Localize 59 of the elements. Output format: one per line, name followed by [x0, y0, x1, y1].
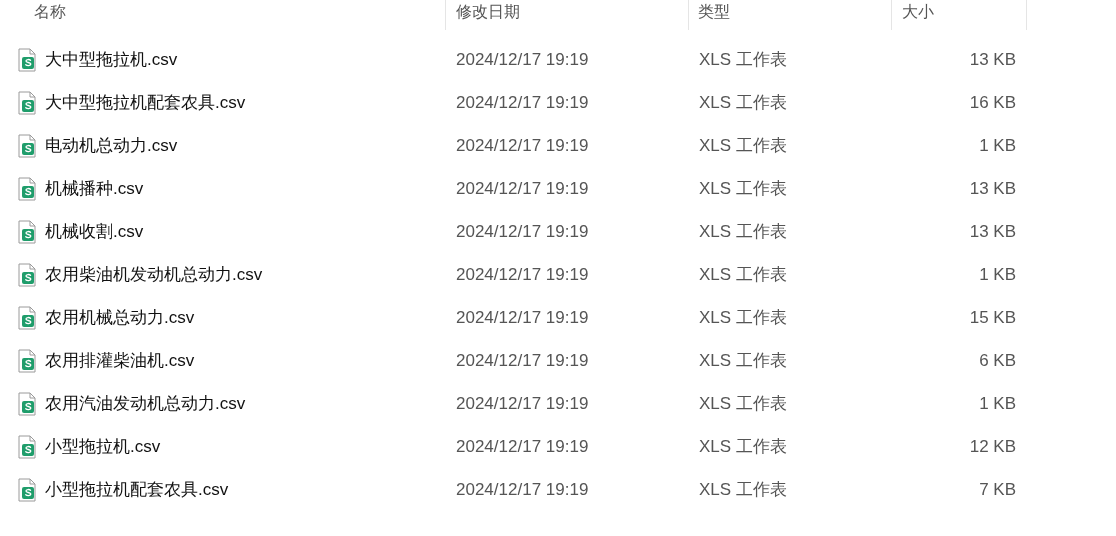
- file-type: XLS 工作表: [699, 49, 787, 71]
- spreadsheet-file-icon: [17, 305, 37, 330]
- file-type: XLS 工作表: [699, 178, 787, 200]
- modified-date: 2024/12/17 19:19: [456, 393, 589, 414]
- column-header[interactable]: 名称: [0, 0, 446, 30]
- spreadsheet-file-icon: [17, 434, 37, 459]
- spreadsheet-file-icon: [17, 262, 37, 287]
- modified-date: 2024/12/17 19:19: [456, 350, 589, 371]
- file-size: 13 KB: [969, 221, 1016, 242]
- spreadsheet-file-icon: [17, 348, 37, 373]
- modified-date: 2024/12/17 19:19: [456, 92, 589, 113]
- file-size: 7 KB: [979, 479, 1016, 500]
- modified-date: 2024/12/17 19:19: [456, 135, 589, 156]
- file-size: 1 KB: [979, 264, 1016, 285]
- file-name[interactable]: 小型拖拉机配套农具.csv: [45, 478, 229, 501]
- modified-date: 2024/12/17 19:19: [456, 307, 589, 328]
- modified-date: 2024/12/17 19:19: [456, 436, 589, 457]
- spreadsheet-file-icon: [17, 90, 37, 115]
- column-header[interactable]: 修改日期: [446, 0, 689, 30]
- file-type: XLS 工作表: [699, 350, 787, 372]
- modified-date: 2024/12/17 19:19: [456, 479, 589, 500]
- spreadsheet-file-icon: [17, 133, 37, 158]
- file-type: XLS 工作表: [699, 436, 787, 458]
- file-size: 1 KB: [979, 135, 1016, 156]
- spreadsheet-file-icon: [17, 219, 37, 244]
- modified-date: 2024/12/17 19:19: [456, 178, 589, 199]
- file-name[interactable]: 大中型拖拉机配套农具.csv: [45, 91, 246, 114]
- file-name[interactable]: 农用机械总动力.csv: [45, 306, 195, 329]
- modified-date: 2024/12/17 19:19: [456, 264, 589, 285]
- file-name[interactable]: 电动机总动力.csv: [45, 134, 178, 157]
- column-header[interactable]: 大小: [892, 0, 1027, 30]
- file-size: 6 KB: [979, 350, 1016, 371]
- modified-date: 2024/12/17 19:19: [456, 221, 589, 242]
- file-type: XLS 工作表: [699, 264, 787, 286]
- spreadsheet-file-icon: [17, 176, 37, 201]
- file-name[interactable]: 机械播种.csv: [45, 177, 144, 200]
- file-name[interactable]: 小型拖拉机.csv: [45, 435, 161, 458]
- column-header[interactable]: 类型: [689, 0, 892, 30]
- file-size: 13 KB: [969, 178, 1016, 199]
- file-type: XLS 工作表: [699, 92, 787, 114]
- file-name[interactable]: 农用排灌柴油机.csv: [45, 349, 195, 372]
- file-type: XLS 工作表: [699, 393, 787, 415]
- file-name[interactable]: 大中型拖拉机.csv: [45, 48, 178, 71]
- file-name[interactable]: 机械收割.csv: [45, 220, 144, 243]
- file-size: 1 KB: [979, 393, 1016, 414]
- file-name[interactable]: 农用柴油机发动机总动力.csv: [45, 263, 263, 286]
- file-size: 15 KB: [969, 307, 1016, 328]
- modified-date: 2024/12/17 19:19: [456, 49, 589, 70]
- spreadsheet-file-icon: [17, 477, 37, 502]
- file-size: 13 KB: [969, 49, 1016, 70]
- file-type: XLS 工作表: [699, 307, 787, 329]
- file-type: XLS 工作表: [699, 221, 787, 243]
- spreadsheet-file-icon: [17, 391, 37, 416]
- file-type: XLS 工作表: [699, 479, 787, 501]
- file-size: 12 KB: [969, 436, 1016, 457]
- file-type: XLS 工作表: [699, 135, 787, 157]
- spreadsheet-file-icon: [17, 47, 37, 72]
- file-size: 16 KB: [969, 92, 1016, 113]
- file-name[interactable]: 农用汽油发动机总动力.csv: [45, 392, 246, 415]
